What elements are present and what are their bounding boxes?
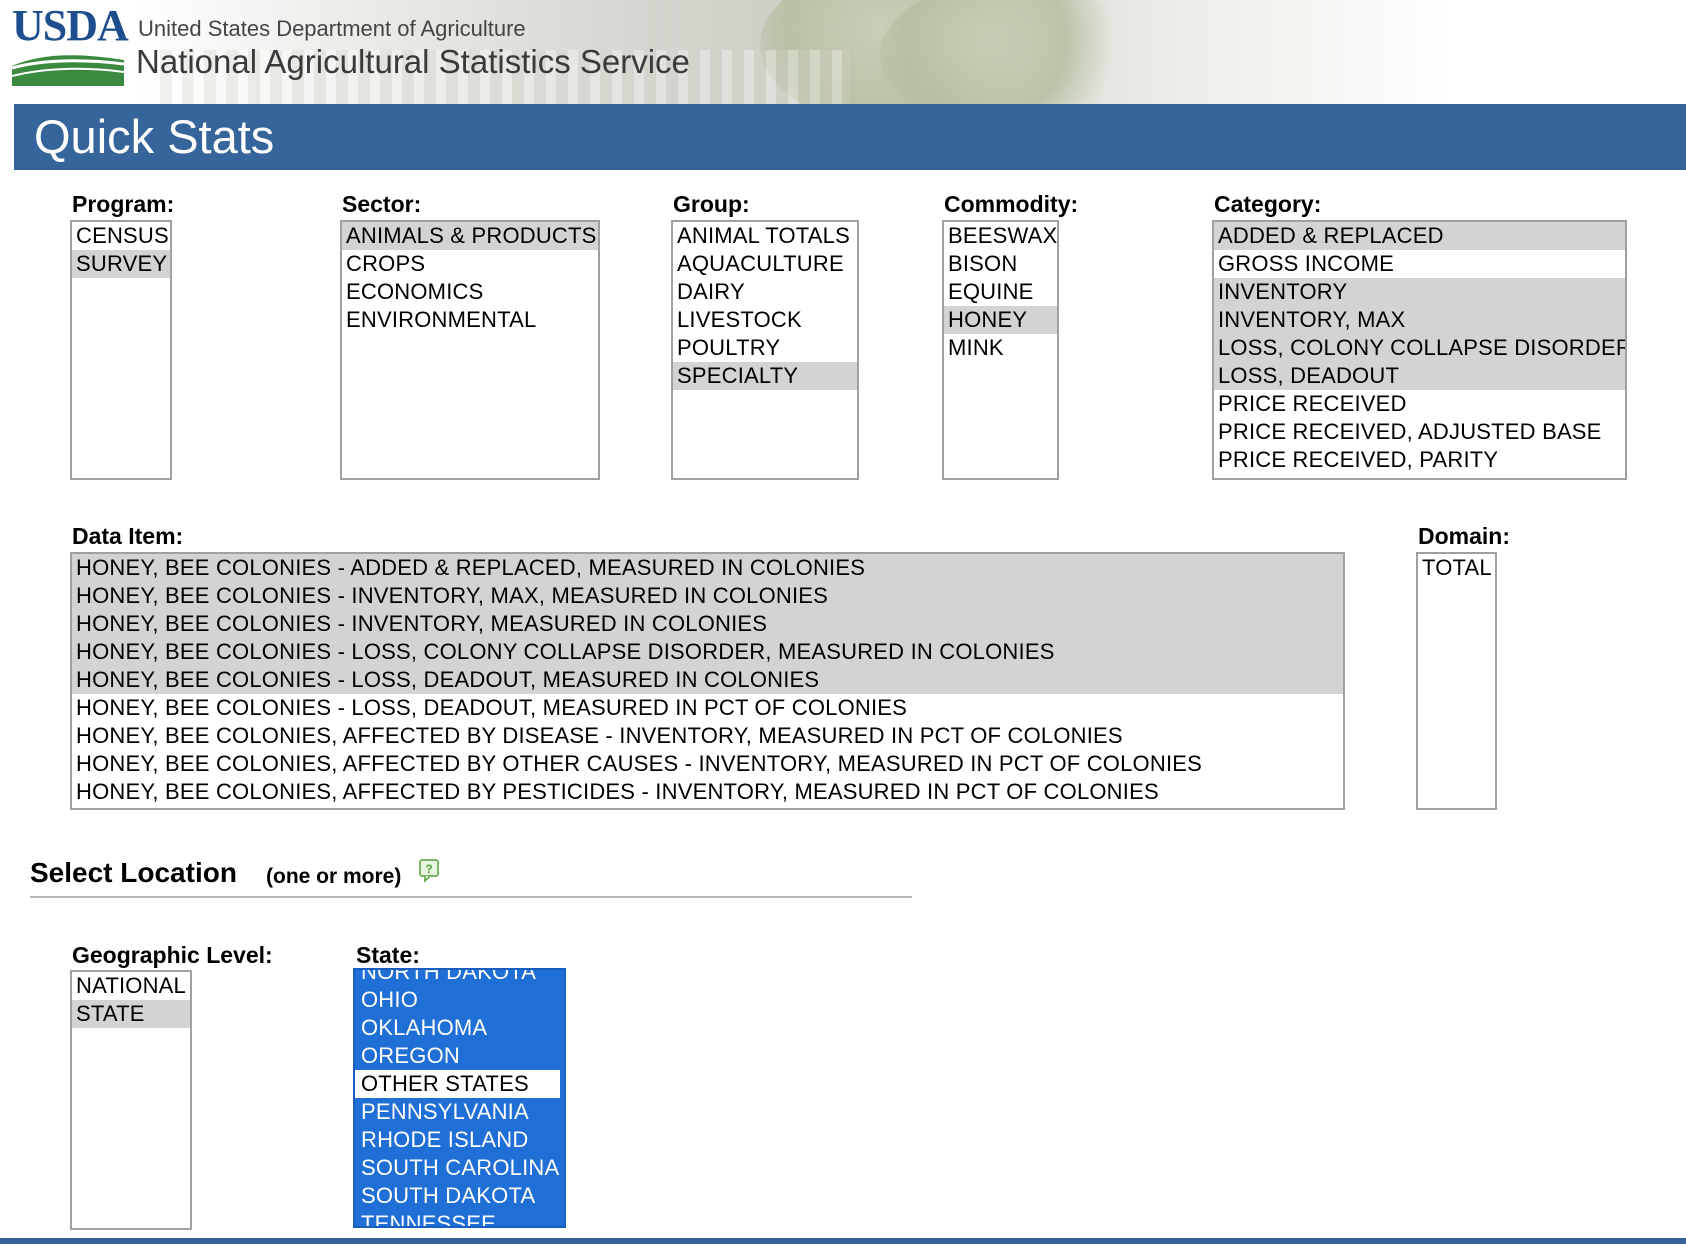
svg-text:?: ? (425, 862, 432, 876)
location-divider (30, 896, 912, 898)
group-option[interactable]: ANIMAL TOTALS (673, 222, 857, 250)
state-option[interactable]: RHODE ISLAND (355, 1126, 564, 1154)
data-item-option[interactable]: HONEY, BEE COLONIES - LOSS, DEADOUT, MEA… (72, 666, 1343, 694)
data-item-option[interactable]: HONEY, BEE COLONIES - ADDED & REPLACED, … (72, 554, 1343, 582)
group-option[interactable]: POULTRY (673, 334, 857, 362)
state-option[interactable]: PENNSYLVANIA (355, 1098, 564, 1126)
category-option[interactable]: GROSS INCOME (1214, 250, 1625, 278)
program-option[interactable]: SURVEY (72, 250, 170, 278)
commodity-listbox[interactable]: BEESWAX BISON EQUINE HONEY MINK (942, 220, 1059, 480)
state-option[interactable]: OREGON (355, 1042, 564, 1070)
data-item-option[interactable]: HONEY, BEE COLONIES - INVENTORY, MEASURE… (72, 610, 1343, 638)
state-option[interactable]: NORTH DAKOTA (355, 970, 564, 986)
domain-option[interactable]: TOTAL (1418, 554, 1495, 582)
group-option[interactable]: DAIRY (673, 278, 857, 306)
state-listbox[interactable]: NORTH DAKOTA OHIO OKLAHOMA OREGON OTHER STAT… (353, 968, 566, 1228)
category-label: Category: (1214, 191, 1322, 217)
group-listbox[interactable]: ANIMAL TOTALS AQUACULTURE DAIRY LIVESTOCK PO… (671, 220, 859, 480)
category-option[interactable]: LOSS, DEADOUT (1214, 362, 1625, 390)
state-option[interactable]: TENNESSEE (355, 1210, 564, 1226)
sector-option[interactable]: ECONOMICS (342, 278, 598, 306)
usda-logo-swoosh (12, 55, 124, 86)
sector-option[interactable]: ENVIRONMENTAL (342, 306, 598, 334)
data-item-option[interactable]: HONEY, BEE COLONIES - LOSS, DEADOUT, MEA… (72, 694, 1343, 722)
footer-bar (0, 1238, 1686, 1244)
commodity-option[interactable]: MINK (944, 334, 1057, 362)
group-option[interactable]: AQUACULTURE (673, 250, 857, 278)
state-option[interactable]: OTHER STATES (355, 1070, 560, 1098)
program-option[interactable]: CENSUS (72, 222, 170, 250)
data-item-option[interactable]: HONEY, BEE COLONIES - LOSS, COLONY COLLA… (72, 638, 1343, 666)
geo-level-option[interactable]: NATIONAL (72, 972, 190, 1000)
header-background-tree (880, 0, 1140, 104)
data-item-label: Data Item: (72, 523, 184, 549)
domain-listbox[interactable]: TOTAL (1416, 552, 1497, 810)
title-bar: Quick Stats (14, 104, 1686, 170)
usda-logo[interactable]: USDA (0, 0, 129, 96)
geographic-level-label: Geographic Level: (72, 942, 273, 968)
category-option[interactable]: INVENTORY (1214, 278, 1625, 306)
data-item-option[interactable]: HONEY, BEE COLONIES, AFFECTED BY OTHER C… (72, 750, 1343, 778)
group-option[interactable]: LIVESTOCK (673, 306, 857, 334)
state-label: State: (356, 942, 420, 968)
commodity-option[interactable]: BISON (944, 250, 1057, 278)
state-options: NORTH DAKOTA OHIO OKLAHOMA OREGON OTHER STAT… (355, 970, 564, 1226)
commodity-option[interactable]: BEESWAX (944, 222, 1057, 250)
category-option[interactable]: INVENTORY, MAX (1214, 306, 1625, 334)
category-option[interactable]: ADDED & REPLACED (1214, 222, 1625, 250)
program-label: Program: (72, 191, 175, 217)
data-item-option[interactable]: HONEY, BEE COLONIES, AFFECTED BY PESTICI… (72, 778, 1343, 806)
page-title: Quick Stats (34, 110, 275, 163)
data-item-listbox[interactable]: HONEY, BEE COLONIES - ADDED & REPLACED, … (70, 552, 1345, 810)
group-option[interactable]: SPECIALTY (673, 362, 857, 390)
state-option[interactable]: SOUTH CAROLINA (355, 1154, 564, 1182)
category-option[interactable]: PRICE RECEIVED, ADJUSTED BASE (1214, 418, 1625, 446)
sector-listbox[interactable]: ANIMALS & PRODUCTS CROPS ECONOMICS ENVIRONM… (340, 220, 600, 480)
program-listbox[interactable]: CENSUS SURVEY (70, 220, 172, 480)
data-item-option[interactable]: HONEY, BEE COLONIES - INVENTORY, MAX, ME… (72, 582, 1343, 610)
data-item-option[interactable]: HONEY, BEE COLONIES, AFFECTED BY DISEASE… (72, 722, 1343, 750)
department-name: United States Department of Agriculture (138, 16, 526, 41)
state-option[interactable]: OKLAHOMA (355, 1014, 564, 1042)
category-option[interactable]: PRICE RECEIVED, PARITY (1214, 446, 1625, 474)
site-header: USDA United States Department of Agricul… (0, 0, 1686, 104)
state-option[interactable]: SOUTH DAKOTA (355, 1182, 564, 1210)
commodity-option[interactable]: EQUINE (944, 278, 1057, 306)
commodity-option[interactable]: HONEY (944, 306, 1057, 334)
state-option[interactable]: OHIO (355, 986, 564, 1014)
select-location-subtitle: (one or more) (266, 865, 402, 888)
category-listbox[interactable]: ADDED & REPLACED GROSS INCOME INVENTORY INV… (1212, 220, 1627, 480)
domain-label: Domain: (1418, 523, 1510, 549)
geographic-level-listbox[interactable]: NATIONAL STATE (70, 970, 192, 1230)
help-bubble-icon[interactable]: ? (419, 859, 441, 883)
category-option[interactable]: PRICE RECEIVED (1214, 390, 1625, 418)
geo-level-option[interactable]: STATE (72, 1000, 190, 1028)
commodity-label: Commodity: (944, 191, 1079, 217)
category-option[interactable]: LOSS, COLONY COLLAPSE DISORDER (1214, 334, 1625, 362)
sector-label: Sector: (342, 191, 422, 217)
sector-option[interactable]: CROPS (342, 250, 598, 278)
select-location-heading: Select Location (30, 857, 237, 888)
group-label: Group: (673, 191, 750, 217)
sector-option[interactable]: ANIMALS & PRODUCTS (342, 222, 598, 250)
agency-name: National Agricultural Statistics Service (136, 43, 690, 80)
usda-logo-text: USDA (12, 1, 129, 50)
